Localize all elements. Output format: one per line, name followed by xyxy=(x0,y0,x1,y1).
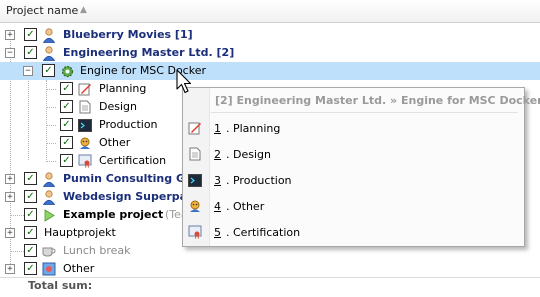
box-icon xyxy=(41,261,57,277)
play-icon xyxy=(41,207,57,223)
menu-item-number: 2 xyxy=(214,148,221,161)
other-icon xyxy=(77,135,93,151)
menu-item-number: 4 xyxy=(214,200,221,213)
tree-row-customer[interactable]: − ✓ Engineering Master Ltd. [2] xyxy=(0,44,540,62)
menu-item-number: 5 xyxy=(214,226,221,239)
checkbox[interactable]: ✓ xyxy=(60,100,73,113)
total-sum-label: Total sum: xyxy=(28,279,93,292)
menu-item-label: . Planning xyxy=(226,122,281,135)
menu-item-number: 1 xyxy=(214,122,221,135)
tree-row-label: Certification xyxy=(99,154,167,167)
person-icon xyxy=(41,189,57,205)
checkbox[interactable]: ✓ xyxy=(60,136,73,149)
expand-icon[interactable]: + xyxy=(5,192,15,202)
tree-row-label: Production xyxy=(99,118,158,131)
checkbox[interactable]: ✓ xyxy=(60,118,73,131)
tree-row-label: Planning xyxy=(99,82,147,95)
menu-item-label: . Production xyxy=(226,174,292,187)
terminal-icon xyxy=(187,172,203,188)
checkbox[interactable]: ✓ xyxy=(24,28,37,41)
tree-row-label: Webdesign Superpag xyxy=(63,190,195,203)
menu-item-certification[interactable]: 5 . Certification xyxy=(183,221,524,243)
menu-item-other[interactable]: 4 . Other xyxy=(183,195,524,217)
checkbox[interactable]: ✓ xyxy=(24,262,37,275)
checkbox[interactable]: ✓ xyxy=(60,82,73,95)
gear-icon xyxy=(59,63,75,79)
tree-row-label: Design xyxy=(99,100,137,113)
checkbox[interactable]: ✓ xyxy=(24,226,37,239)
collapse-icon[interactable]: − xyxy=(23,66,33,76)
column-title: Project name xyxy=(6,4,79,17)
mouse-cursor-icon xyxy=(176,69,194,98)
divider xyxy=(211,112,518,113)
column-header[interactable]: Project name ▲ xyxy=(0,0,540,23)
checkbox[interactable]: ✓ xyxy=(60,154,73,167)
checkbox[interactable]: ✓ xyxy=(24,190,37,203)
tree-row-customer[interactable]: + ✓ Blueberry Movies [1] xyxy=(0,26,540,44)
checkbox[interactable]: ✓ xyxy=(24,172,37,185)
menu-item-label: . Other xyxy=(226,200,265,213)
expand-icon[interactable]: + xyxy=(5,264,15,274)
checkbox[interactable]: ✓ xyxy=(24,208,37,221)
person-icon xyxy=(41,171,57,187)
menu-item-planning[interactable]: 1 . Planning xyxy=(183,117,524,139)
coffee-icon xyxy=(41,243,57,259)
document-icon xyxy=(187,146,203,162)
divider xyxy=(0,277,540,278)
menu-item-label: . Design xyxy=(226,148,271,161)
person-icon xyxy=(41,45,57,61)
tree-row-project[interactable]: + ✓ Other xyxy=(0,260,540,278)
menu-item-label: . Certification xyxy=(226,226,301,239)
expand-icon[interactable]: + xyxy=(5,30,15,40)
tree-row-label: Other xyxy=(63,262,95,275)
person-icon xyxy=(41,27,57,43)
certificate-icon xyxy=(187,224,203,240)
task-popup-menu: [2] Engineering Master Ltd. » Engine for… xyxy=(182,87,540,247)
checkbox[interactable]: ✓ xyxy=(24,244,37,257)
planning-icon xyxy=(77,81,93,97)
terminal-icon xyxy=(77,117,93,133)
tree-row-label: Example project xyxy=(63,208,164,221)
checkbox[interactable]: ✓ xyxy=(42,64,55,77)
certificate-icon xyxy=(77,153,93,169)
document-icon xyxy=(77,99,93,115)
checkbox[interactable]: ✓ xyxy=(24,46,37,59)
menu-item-number: 3 xyxy=(214,174,221,187)
expand-icon[interactable]: + xyxy=(5,228,15,238)
tree-row-label: Engineering Master Ltd. [2] xyxy=(63,46,235,59)
collapse-icon[interactable]: − xyxy=(5,48,15,58)
tree-row-label: Other xyxy=(99,136,131,149)
expand-icon[interactable]: + xyxy=(5,174,15,184)
tree-row-label: Hauptprojekt xyxy=(44,226,116,239)
other-icon xyxy=(187,198,203,214)
menu-item-design[interactable]: 2 . Design xyxy=(183,143,524,165)
sort-ascending-icon[interactable]: ▲ xyxy=(80,5,87,15)
tree-row-label: Blueberry Movies [1] xyxy=(63,28,193,41)
popup-title: [2] Engineering Master Ltd. » Engine for… xyxy=(215,94,540,107)
planning-icon xyxy=(187,120,203,136)
tree-row-label: Lunch break xyxy=(63,244,131,257)
tree-row-project-selected[interactable]: − ✓ Engine for MSC Docker xyxy=(0,62,540,80)
menu-item-production[interactable]: 3 . Production xyxy=(183,169,524,191)
